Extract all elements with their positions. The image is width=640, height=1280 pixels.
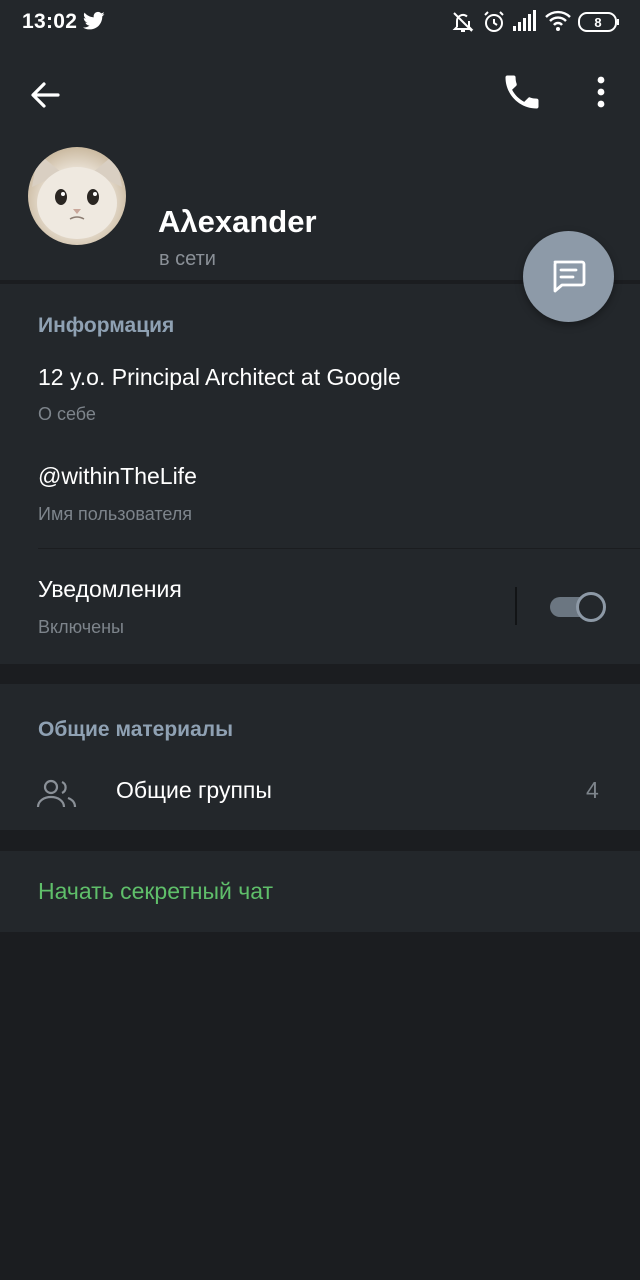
divider: [38, 548, 640, 549]
status-bar: 13:02 8: [0, 0, 640, 44]
shared-groups-count: 4: [586, 777, 599, 803]
alarm-icon: [484, 11, 504, 32]
wifi-icon: [545, 10, 571, 31]
username-text: @withinTheLife: [38, 463, 197, 489]
cat-avatar-image: [32, 153, 122, 239]
battery-level: 8: [594, 15, 602, 30]
secret-chat-section: Начать секретный чат: [0, 851, 640, 932]
more-vertical-icon: [597, 76, 605, 108]
shared-groups-label: Общие группы: [116, 777, 272, 803]
username-label: Имя пользователя: [38, 504, 193, 524]
message-button[interactable]: [523, 231, 614, 322]
info-section-title: Информация: [38, 314, 175, 337]
notifications-state: Включены: [38, 617, 124, 637]
profile-name: Aλexander: [158, 204, 317, 239]
groups-icon: [36, 779, 77, 808]
signal-icon: [513, 10, 536, 31]
status-time: 13:02: [22, 10, 78, 33]
shared-section-title: Общие материалы: [38, 718, 234, 741]
vertical-divider: [515, 587, 517, 625]
start-secret-chat-button[interactable]: Начать секретный чат: [38, 878, 273, 905]
avatar[interactable]: [28, 147, 126, 245]
info-section: Информация 12 y.o. Principal Architect a…: [0, 284, 640, 664]
call-button[interactable]: [500, 70, 544, 114]
notifications-toggle[interactable]: [550, 592, 606, 622]
arrow-left-icon: [31, 82, 60, 108]
back-button[interactable]: [24, 74, 66, 116]
more-button[interactable]: [584, 72, 618, 112]
bio-text: 12 y.o. Principal Architect at Google: [38, 364, 401, 390]
toggle-knob: [576, 592, 606, 622]
bio-label: О себе: [38, 404, 96, 424]
shared-media-section: Общие материалы Общие группы 4: [0, 684, 640, 830]
message-icon: [553, 260, 586, 293]
mute-icon: [452, 12, 474, 32]
online-status: в сети: [159, 248, 216, 270]
notifications-text: Уведомления: [38, 576, 182, 602]
twitter-icon: [83, 11, 105, 30]
phone-icon: [505, 75, 539, 109]
